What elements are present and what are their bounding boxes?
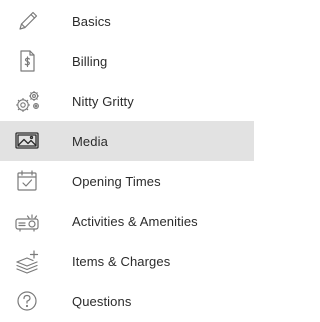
menu-item-label: Items & Charges xyxy=(72,253,171,269)
menu-item-billing[interactable]: Billing xyxy=(0,41,254,81)
question-circle-icon xyxy=(12,286,42,316)
menu-item-nitty-gritty[interactable]: Nitty Gritty xyxy=(0,81,254,121)
menu-item-basics[interactable]: Basics xyxy=(0,1,254,41)
menu-item-label: Media xyxy=(72,133,108,149)
menu-item-label: Basics xyxy=(72,13,111,29)
menu-item-label: Billing xyxy=(72,53,108,69)
gears-icon xyxy=(12,86,42,116)
settings-side-menu: Basics Billing Nitty Gritty Media Openin… xyxy=(0,0,254,322)
menu-item-media[interactable]: Media xyxy=(0,121,254,161)
menu-item-label: Nitty Gritty xyxy=(72,93,134,109)
calendar-check-icon xyxy=(12,166,42,196)
layers-plus-icon xyxy=(12,246,42,276)
menu-item-label: Opening Times xyxy=(72,173,161,189)
projector-icon xyxy=(12,206,42,236)
menu-item-label: Activities & Amenities xyxy=(72,213,198,229)
menu-item-opening-times[interactable]: Opening Times xyxy=(0,161,254,201)
menu-item-label: Questions xyxy=(72,293,132,309)
pencil-icon xyxy=(12,6,42,36)
menu-item-questions[interactable]: Questions xyxy=(0,281,254,321)
image-icon xyxy=(12,126,42,156)
menu-item-items-charges[interactable]: Items & Charges xyxy=(0,241,254,281)
menu-item-activities-amenities[interactable]: Activities & Amenities xyxy=(0,201,254,241)
invoice-dollar-icon xyxy=(12,46,42,76)
